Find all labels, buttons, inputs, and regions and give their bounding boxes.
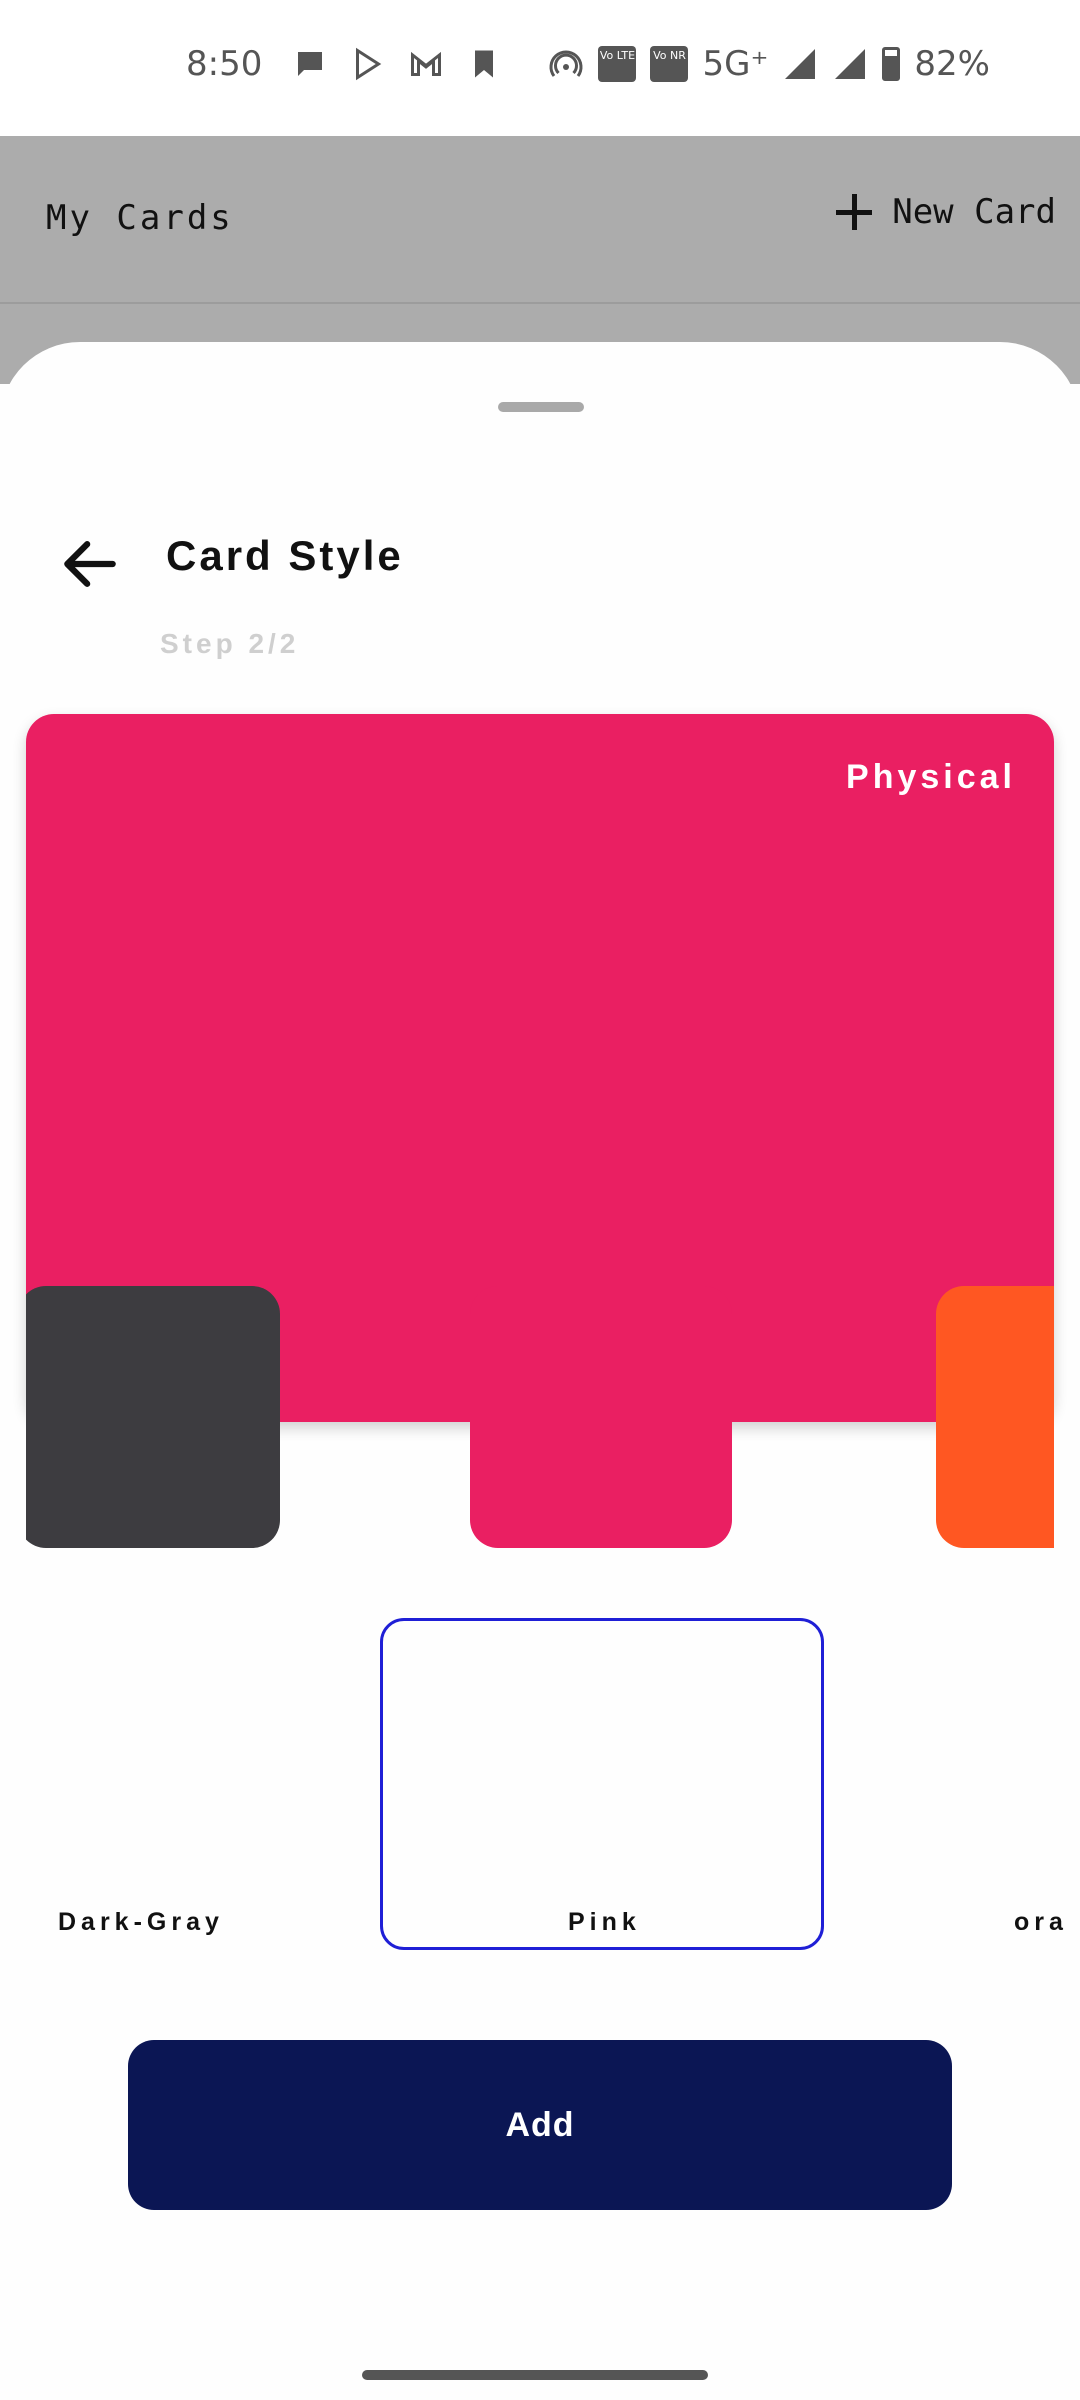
- color-label-dark-gray: Dark-Gray: [58, 1908, 224, 1936]
- color-option-dark-gray[interactable]: [26, 1270, 280, 1610]
- vonr-icon: Vo NR: [650, 46, 689, 82]
- gesture-nav-bar[interactable]: [362, 2370, 708, 2380]
- status-bar: 8:50 Vo LTE Vo NR 5G⁺ 82%: [0, 0, 1080, 136]
- app-bar: My Cards New Card: [0, 136, 1080, 304]
- step-indicator: Step 2/2: [160, 628, 300, 659]
- swatch-pink[interactable]: [470, 1286, 732, 1548]
- plus-icon: [834, 192, 874, 232]
- gmail-icon: [411, 51, 441, 76]
- add-button[interactable]: Add: [128, 2040, 952, 2210]
- back-arrow-icon[interactable]: [56, 530, 124, 598]
- signal-icon: [835, 49, 866, 79]
- color-label-pink: Pink: [568, 1908, 641, 1936]
- sheet-title: Card Style: [166, 532, 404, 579]
- system-icons: Vo LTE Vo NR 5G⁺ 82%: [548, 44, 990, 84]
- bookmark-icon: [475, 50, 493, 78]
- card-type-label: Physical: [846, 758, 1016, 796]
- battery-icon: [882, 47, 901, 81]
- network-type: 5G⁺: [702, 44, 769, 84]
- chat-bubble-icon: [298, 52, 322, 76]
- status-time: 8:50: [186, 44, 263, 84]
- color-label-orange: ora: [1014, 1908, 1068, 1936]
- selected-color-frame: [380, 1618, 824, 1950]
- play-store-icon: [356, 47, 382, 81]
- color-carousel[interactable]: [26, 1270, 1054, 1610]
- battery-percent: 82%: [914, 44, 990, 84]
- swatch-dark-gray[interactable]: [26, 1286, 280, 1548]
- new-card-label: New Card: [892, 192, 1056, 232]
- drag-handle[interactable]: [498, 402, 584, 412]
- color-option-pink[interactable]: [470, 1270, 732, 1610]
- swatch-orange[interactable]: [936, 1286, 1054, 1548]
- color-option-orange[interactable]: [936, 1270, 1054, 1610]
- volte-icon: Vo LTE: [598, 46, 637, 82]
- page-title: My Cards: [46, 198, 234, 238]
- notification-icons: [292, 46, 502, 82]
- hotspot-icon: [549, 50, 583, 77]
- new-card-button[interactable]: New Card: [834, 192, 1056, 232]
- signal-icon: [785, 49, 816, 79]
